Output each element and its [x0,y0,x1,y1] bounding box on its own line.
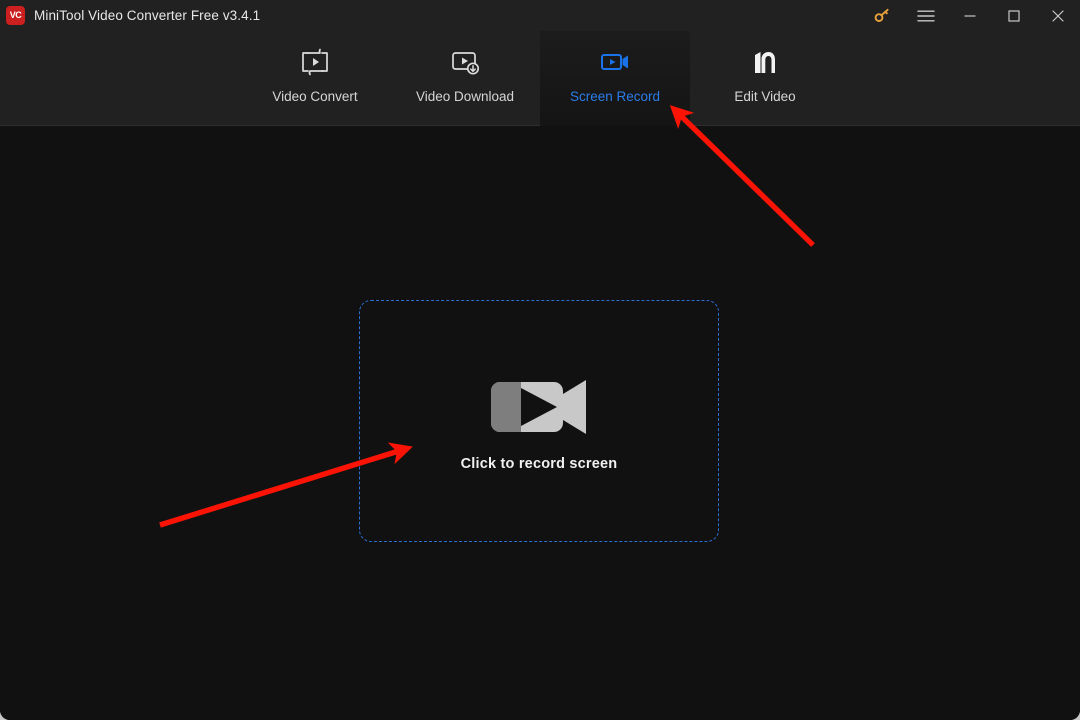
record-drop-zone[interactable]: Click to record screen [359,300,719,542]
tab-strip: Video Convert Video Download Screen Reco… [240,31,840,126]
moviemaker-m-icon [748,44,782,82]
video-camera-icon [485,376,593,438]
tab-video-convert[interactable]: Video Convert [240,31,390,126]
window-title: MiniTool Video Converter Free v3.4.1 [34,8,261,23]
app-window: VC MiniTool Video Converter Free v3.4.1 [0,0,1080,720]
title-bar: VC MiniTool Video Converter Free v3.4.1 [0,0,1080,31]
tab-video-download[interactable]: Video Download [390,31,540,126]
convert-icon [298,44,332,82]
menu-icon[interactable] [904,0,948,31]
minimize-icon[interactable] [948,0,992,31]
app-logo-text: VC [9,10,22,20]
main-content: Click to record screen [0,127,1080,720]
tab-label-edit-video: Edit Video [734,89,796,104]
tab-label-video-convert: Video Convert [272,89,358,104]
window-controls [860,0,1080,31]
tab-label-screen-record: Screen Record [569,89,661,104]
tab-bar: Video Convert Video Download Screen Reco… [0,31,1080,126]
key-icon[interactable] [860,0,904,31]
download-icon [448,44,482,82]
tab-label-video-download: Video Download [415,89,515,104]
maximize-icon[interactable] [992,0,1036,31]
drop-zone-label: Click to record screen [460,456,618,472]
tab-edit-video[interactable]: Edit Video [690,31,840,126]
camera-icon [598,44,632,82]
app-logo-icon: VC [6,6,25,25]
tab-screen-record[interactable]: Screen Record [540,31,690,126]
close-icon[interactable] [1036,0,1080,31]
